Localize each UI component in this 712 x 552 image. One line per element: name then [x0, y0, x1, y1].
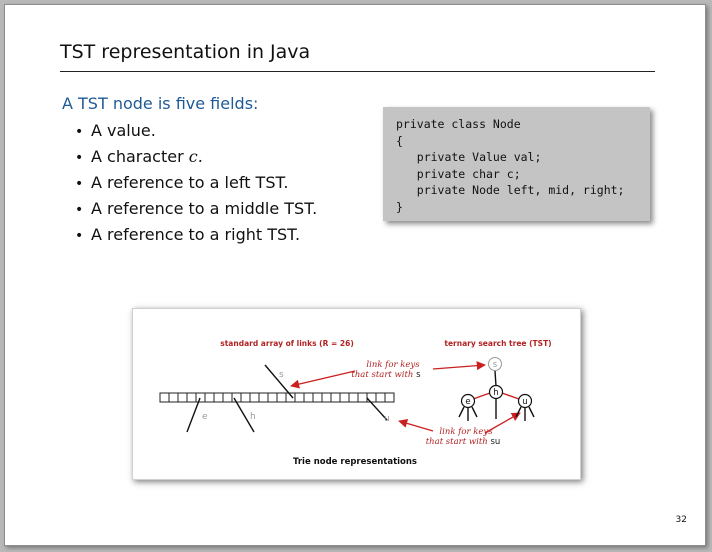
- list-item: • A value.: [75, 118, 317, 144]
- link-cell: [195, 392, 206, 403]
- link-cell: [204, 392, 215, 403]
- list-item: • A reference to a middle TST.: [75, 196, 317, 222]
- link-cell: [375, 392, 386, 403]
- tst-edge-h-u: [501, 392, 520, 400]
- bullet-icon: •: [75, 228, 84, 244]
- array-link-e: [186, 397, 201, 433]
- tst-node-e-label: e: [465, 397, 470, 407]
- list-item: • A reference to a left TST.: [75, 170, 317, 196]
- link-cell: [258, 392, 269, 403]
- page-number: 32: [675, 515, 687, 525]
- bullet-text: A reference to a middle TST.: [91, 199, 318, 218]
- tst-edge-h-e: [472, 392, 491, 400]
- bullet-text: A reference to a left TST.: [91, 173, 289, 192]
- link-cell: [276, 392, 287, 403]
- callout-su-prefix: that start with: [426, 437, 491, 447]
- lead-text: A TST node is five fields:: [62, 94, 259, 113]
- link-array: [159, 392, 395, 403]
- tst-edge-u-right: [528, 406, 535, 418]
- tst-edge-u-left: [515, 406, 522, 418]
- link-cell: [294, 392, 305, 403]
- link-cell: [159, 392, 170, 403]
- slide-title: TST representation in Java: [60, 41, 311, 63]
- callout-su-key: su: [490, 437, 500, 447]
- bullet-italic-text: c.: [188, 147, 203, 166]
- code-snippet: private class Node { private Value val; …: [396, 117, 625, 214]
- callout-su-line1: link for keys: [439, 427, 493, 437]
- title-divider: [60, 71, 655, 72]
- field-list: • A value. • A character c. • A reference t…: [75, 118, 317, 248]
- link-cell: [312, 392, 323, 403]
- link-cell: [357, 392, 368, 403]
- bullet-text: A reference to a right TST.: [91, 225, 301, 244]
- link-cell: [366, 392, 377, 403]
- trie-figure: standard array of links (R = 26) ternary…: [132, 308, 581, 480]
- link-cell: [303, 392, 314, 403]
- list-item: • A reference to a right TST.: [75, 222, 317, 248]
- link-cell: [240, 392, 251, 403]
- tst-edge-e-right: [471, 406, 478, 418]
- list-item: • A character c.: [75, 144, 317, 170]
- array-letter-e: e: [202, 412, 208, 422]
- callout-su-line2: that start with su: [426, 437, 501, 447]
- tst-edge-e-left: [458, 406, 465, 418]
- link-cell: [231, 392, 242, 403]
- link-cell: [339, 392, 350, 403]
- arrow-su-to-array: [398, 418, 434, 432]
- tst-node-h-label: h: [493, 388, 498, 398]
- code-box: private class Node { private Value val; …: [383, 107, 650, 221]
- array-letter-u: u: [384, 414, 390, 424]
- link-cell: [186, 392, 197, 403]
- array-letter-s: s: [279, 370, 284, 380]
- link-cell: [222, 392, 233, 403]
- link-cell: [330, 392, 341, 403]
- link-cell: [213, 392, 224, 403]
- array-letter-h: h: [250, 412, 256, 422]
- link-cell: [177, 392, 188, 403]
- link-cell: [168, 392, 179, 403]
- bullet-text: A value.: [91, 121, 156, 140]
- tst-node-s-label: s: [493, 360, 498, 370]
- tst-edge-s-h: [494, 370, 497, 387]
- bullet-text: A character: [91, 147, 189, 166]
- arrow-s-to-tree: [432, 361, 486, 371]
- link-cell: [249, 392, 260, 403]
- callout-s-line1: link for keys: [366, 360, 420, 370]
- bullet-icon: •: [75, 124, 84, 140]
- callout-s-line2: that start with s: [351, 370, 421, 380]
- arrow-s-to-array: [290, 370, 356, 389]
- trie-diagram: standard array of links (R = 26) ternary…: [159, 339, 552, 467]
- callout-s-prefix: that start with: [351, 370, 416, 380]
- link-cell: [267, 392, 278, 403]
- bullet-icon: •: [75, 176, 84, 192]
- bullet-icon: •: [75, 202, 84, 218]
- link-cell: [384, 392, 395, 403]
- link-cell: [321, 392, 332, 403]
- tst-heading: ternary search tree (TST): [444, 339, 551, 348]
- bullet-icon: •: [75, 150, 84, 166]
- array-heading: standard array of links (R = 26): [220, 339, 354, 348]
- callout-s-key: s: [416, 370, 421, 380]
- slide: TST representation in Java A TST node is…: [4, 4, 706, 546]
- figure-caption: Trie node representations: [293, 457, 417, 467]
- link-cell: [348, 392, 359, 403]
- tst-node-u-label: u: [522, 397, 527, 407]
- arrow-su-to-tree: [484, 412, 521, 434]
